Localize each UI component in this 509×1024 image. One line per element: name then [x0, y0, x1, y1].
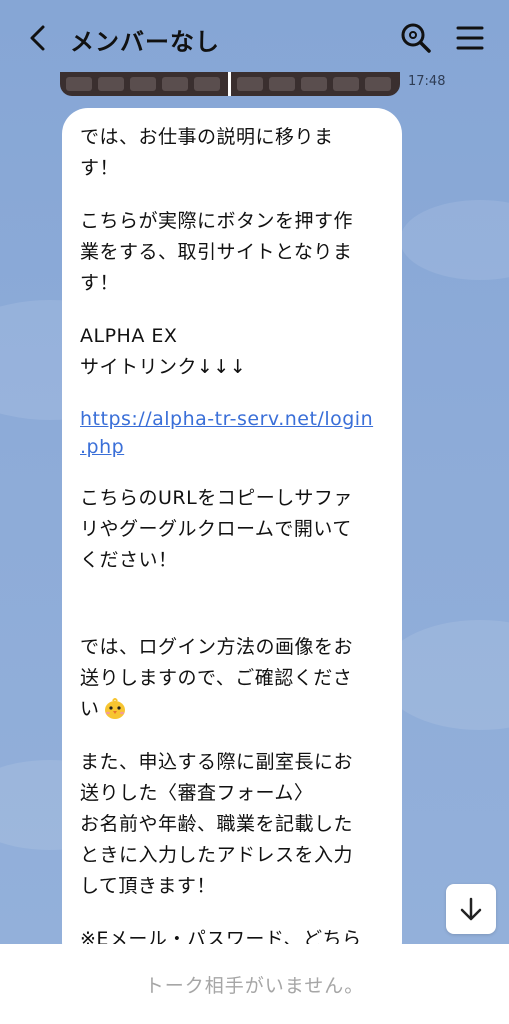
message-timestamp: 17:48	[408, 74, 446, 89]
chevron-left-icon	[30, 25, 45, 51]
keyboard-key-image	[333, 77, 359, 91]
message-input-bar: トーク相手がいません。	[0, 944, 509, 1024]
message-text: また、申込する際に副室長にお 送りした〈審査フォーム〉 お名前や年齢、職業を記載…	[80, 751, 354, 897]
message-bubble[interactable]: では、お仕事の説明に移りま す！ こちらが実際にボタンを押す作 業をする、取引サ…	[62, 108, 402, 968]
scroll-to-bottom-button[interactable]	[446, 884, 496, 934]
hamburger-menu-icon	[456, 26, 484, 50]
message-text: こちらのURLをコピーしサファ リやグーグルクロームで開いて ください！	[80, 487, 353, 571]
keyboard-key-image	[301, 77, 327, 91]
message-text: こちらが実際にボタンを押す作 業をする、取引サイトとなりま す！	[80, 210, 354, 294]
previous-image-message[interactable]	[60, 72, 400, 96]
chat-header: メンバーなし	[0, 0, 509, 76]
chat-title: メンバーなし	[70, 28, 220, 56]
keyboard-key-image	[237, 77, 263, 91]
search-icon	[401, 23, 431, 53]
message-text-with-emoji: では、ログイン方法の画像をお 送りしますので、ご確認くださ い	[80, 632, 384, 725]
keyboard-key-image	[130, 77, 156, 91]
message-link[interactable]: https://alpha-tr-serv.net/login .php	[80, 405, 384, 461]
keyboard-key-image	[269, 77, 295, 91]
message-text: では、お仕事の説明に移りま す！	[80, 126, 334, 179]
menu-button[interactable]	[452, 20, 488, 56]
search-button[interactable]	[398, 20, 434, 56]
message-text: ALPHA EX サイトリンク↓↓↓	[80, 325, 247, 378]
arrow-down-icon	[460, 897, 482, 921]
input-placeholder: トーク相手がいません。	[144, 974, 365, 997]
keyboard-key-image	[66, 77, 92, 91]
chick-emoji-icon	[104, 698, 125, 719]
image-divider	[228, 72, 231, 96]
keyboard-key-image	[365, 77, 391, 91]
back-button[interactable]	[20, 18, 56, 58]
keyboard-key-image	[162, 77, 188, 91]
keyboard-key-image	[98, 77, 124, 91]
keyboard-key-image	[194, 77, 220, 91]
